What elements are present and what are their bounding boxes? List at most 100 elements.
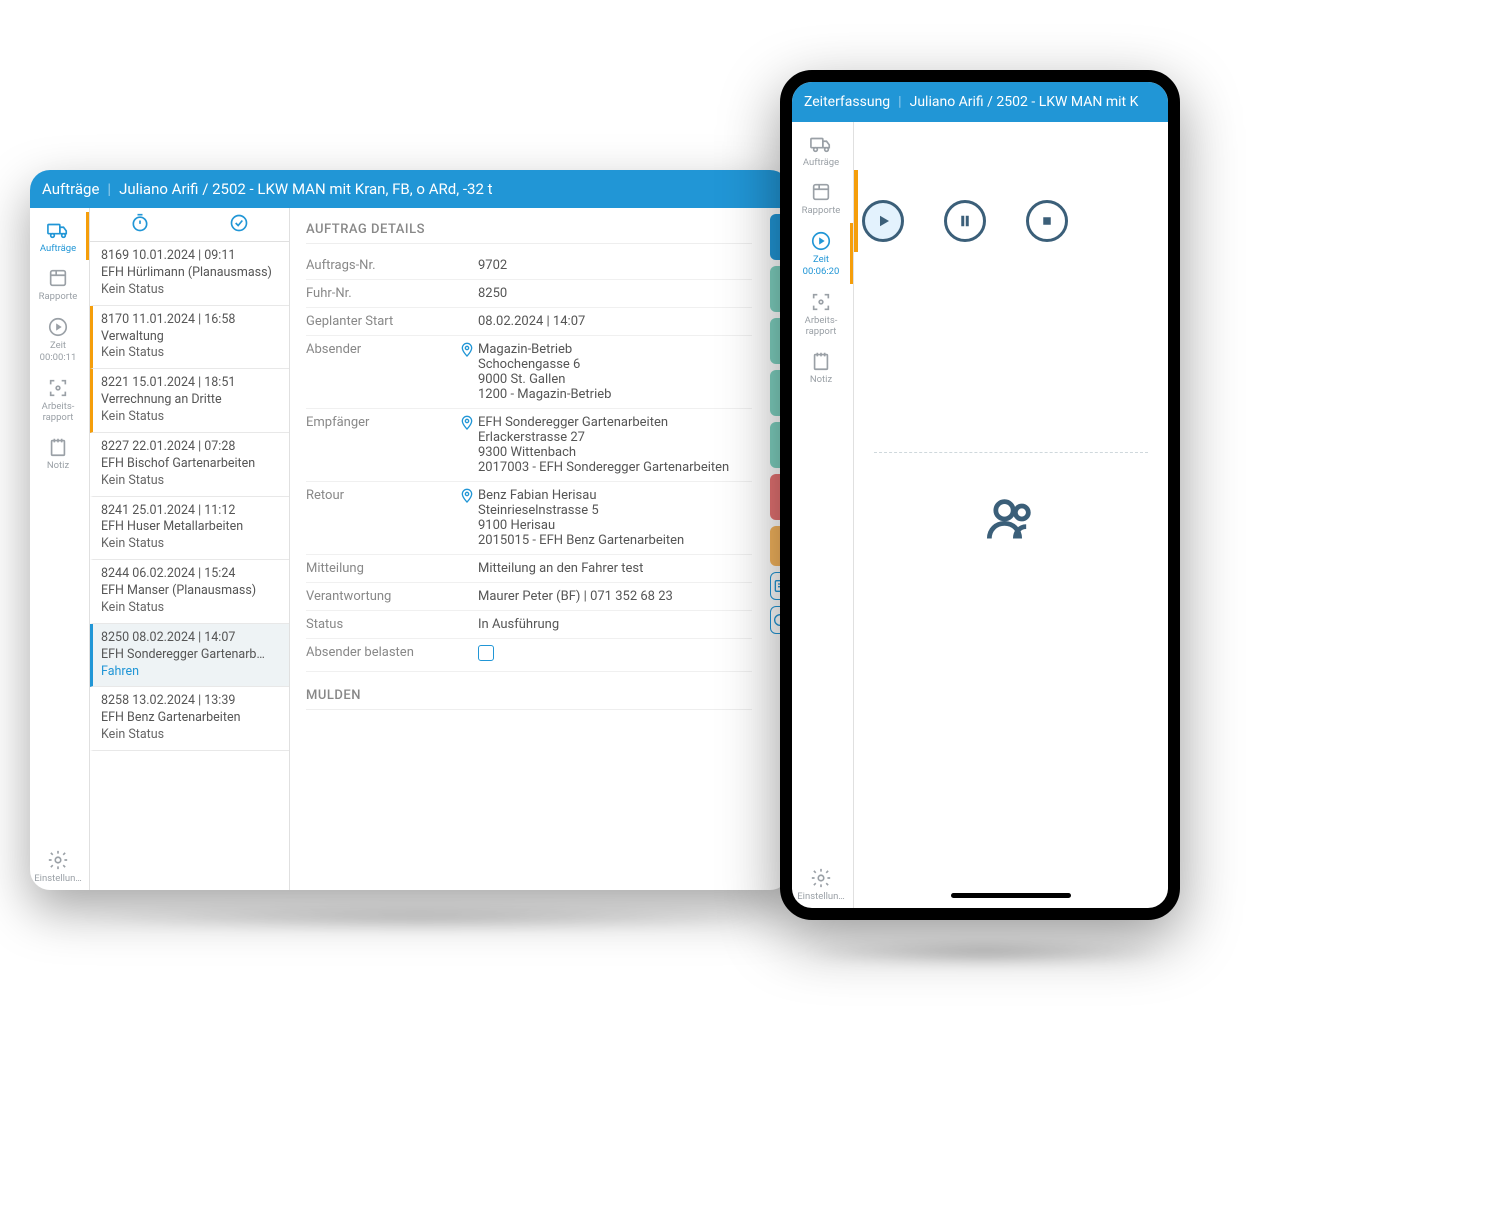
nav-notiz-label: Notiz <box>810 374 832 385</box>
order-list: 8169 10.01.2024 | 09:11 EFH Hürlimann (P… <box>90 208 290 890</box>
order-line1: 8241 25.01.2024 | 11:12 <box>101 503 281 520</box>
nav-zeit[interactable]: Zeit 00:06:20 <box>792 223 853 284</box>
tablet-body: Aufträge Rapporte Zeit 00:00:11 Arbeits-… <box>30 208 790 890</box>
pause-button[interactable] <box>944 200 986 242</box>
tablet-header: Aufträge | Juliano Arifi / 2502 - LKW MA… <box>30 170 790 208</box>
detail-value: Benz Fabian Herisau Steinrieselnstrasse … <box>478 488 752 548</box>
order-line2: Verrechnung an Dritte <box>101 392 281 409</box>
box-icon <box>46 266 70 290</box>
nav-einstellungen[interactable]: Einstellun… <box>792 860 853 908</box>
pin-icon[interactable] <box>456 415 478 431</box>
header-context: Juliano Arifi / 2502 - LKW MAN mit K <box>910 94 1139 110</box>
order-item[interactable]: 8227 22.01.2024 | 07:28 EFH Bischof Gart… <box>90 433 289 497</box>
nav-rapporte-label: Rapporte <box>802 205 841 216</box>
nav-rapporte[interactable]: Rapporte <box>30 260 89 308</box>
detail-row: Verantwortung Maurer Peter (BF) | 071 35… <box>306 583 752 611</box>
addr-line: Magazin-Betrieb <box>478 342 752 357</box>
nav-zeit-value: 00:00:11 <box>40 352 77 363</box>
detail-key: Status <box>306 617 456 632</box>
nav-arbeitsrapport-label: Arbeits-rapport <box>794 315 848 338</box>
nav-rapporte[interactable]: Rapporte <box>792 174 853 222</box>
order-item[interactable]: 8170 11.01.2024 | 16:58 Verwaltung Kein … <box>90 306 289 370</box>
truck-icon <box>46 218 70 242</box>
tablet-device: Aufträge | Juliano Arifi / 2502 - LKW MA… <box>30 170 790 890</box>
order-line1: 8227 22.01.2024 | 07:28 <box>101 439 281 456</box>
people-icon[interactable] <box>854 493 1168 545</box>
nav-arbeitsrapport[interactable]: Arbeits-rapport <box>792 284 853 344</box>
detail-row: Absender belasten <box>306 639 752 672</box>
nav-auftraege[interactable]: Aufträge <box>792 126 853 174</box>
addr-line: Steinrieselnstrasse 5 <box>478 503 752 518</box>
nav-notiz[interactable]: Notiz <box>792 343 853 391</box>
order-line2: Verwaltung <box>101 329 281 346</box>
play-circle-icon <box>46 315 70 339</box>
order-item[interactable]: 8241 25.01.2024 | 11:12 EFH Huser Metall… <box>90 497 289 561</box>
detail-key: Mitteilung <box>306 561 456 576</box>
focus-icon <box>46 376 70 400</box>
gear-icon <box>46 848 70 872</box>
detail-key: Fuhr-Nr. <box>306 286 456 301</box>
header-section: Zeiterfassung <box>804 94 890 110</box>
box-icon <box>809 180 833 204</box>
details-title: AUFTRAG DETAILS <box>306 222 752 244</box>
detail-value: 08.02.2024 | 14:07 <box>478 314 752 329</box>
order-line1: 8250 08.02.2024 | 14:07 <box>101 630 281 647</box>
pin-icon[interactable] <box>456 488 478 504</box>
header-section: Aufträge <box>42 180 99 198</box>
shadow <box>800 940 1170 965</box>
addr-line: 9100 Herisau <box>478 518 752 533</box>
stop-button[interactable] <box>1026 200 1068 242</box>
nav-notiz-label: Notiz <box>47 460 69 471</box>
check-circle-icon[interactable] <box>229 213 249 237</box>
checkbox-absender-belasten[interactable] <box>478 645 494 661</box>
play-button[interactable] <box>862 200 904 242</box>
detail-value: Mitteilung an den Fahrer test <box>478 561 752 576</box>
detail-key: Auftrags-Nr. <box>306 258 456 273</box>
order-status: Fahren <box>101 664 281 681</box>
home-indicator <box>951 893 1071 898</box>
order-line2: EFH Huser Metallarbeiten <box>101 519 281 536</box>
tablet-sidenav: Aufträge Rapporte Zeit 00:00:11 Arbeits-… <box>30 208 90 890</box>
focus-icon <box>809 290 833 314</box>
header-separator: | <box>107 180 111 198</box>
nav-zeit-label: Zeit <box>813 254 829 265</box>
detail-value: In Ausführung <box>478 617 752 632</box>
detail-value: Maurer Peter (BF) | 071 352 68 23 <box>478 589 752 604</box>
detail-key: Absender belasten <box>306 645 456 660</box>
detail-value: EFH Sonderegger Gartenarbeiten Erlackers… <box>478 415 752 475</box>
detail-row: Fuhr-Nr. 8250 <box>306 280 752 308</box>
order-details: AUFTRAG DETAILS Auftrags-Nr. 9702 Fuhr-N… <box>290 208 768 890</box>
order-line1: 8221 15.01.2024 | 18:51 <box>101 375 281 392</box>
order-line2: EFH Manser (Planausmass) <box>101 583 281 600</box>
addr-line: 2017003 - EFH Sonderegger Gartenarbeiten <box>478 460 752 475</box>
nav-einstellungen[interactable]: Einstellun… <box>30 842 89 890</box>
order-item[interactable]: 8258 13.02.2024 | 13:39 EFH Benz Gartena… <box>90 687 289 751</box>
nav-arbeitsrapport[interactable]: Arbeits-rapport <box>30 370 89 430</box>
detail-value: Magazin-Betrieb Schochengasse 6 9000 St.… <box>478 342 752 402</box>
stopwatch-icon[interactable] <box>130 213 150 237</box>
phone-device: Zeiterfassung | Juliano Arifi / 2502 - L… <box>780 70 1180 920</box>
addr-line: 9300 Wittenbach <box>478 445 752 460</box>
nav-zeit[interactable]: Zeit 00:00:11 <box>30 309 89 370</box>
nav-notiz[interactable]: Notiz <box>30 429 89 477</box>
pin-icon[interactable] <box>456 342 478 358</box>
timer-controls <box>854 170 1168 252</box>
detail-row: Geplanter Start 08.02.2024 | 14:07 <box>306 308 752 336</box>
detail-key: Geplanter Start <box>306 314 456 329</box>
order-item-selected[interactable]: 8250 08.02.2024 | 14:07 EFH Sonderegger … <box>90 624 289 688</box>
order-item[interactable]: 8169 10.01.2024 | 09:11 EFH Hürlimann (P… <box>90 242 289 306</box>
order-item[interactable]: 8221 15.01.2024 | 18:51 Verrechnung an D… <box>90 369 289 433</box>
nav-auftraege[interactable]: Aufträge <box>30 212 89 260</box>
addr-line: EFH Sonderegger Gartenarbeiten <box>478 415 752 430</box>
detail-key: Verantwortung <box>306 589 456 604</box>
nav-zeit-label: Zeit <box>50 340 66 351</box>
note-icon <box>809 349 833 373</box>
truck-icon <box>809 132 833 156</box>
detail-row: Mitteilung Mitteilung an den Fahrer test <box>306 555 752 583</box>
nav-rapporte-label: Rapporte <box>39 291 78 302</box>
order-item[interactable]: 8244 06.02.2024 | 15:24 EFH Manser (Plan… <box>90 560 289 624</box>
detail-value <box>478 645 752 665</box>
mulden-title: MULDEN <box>306 688 752 710</box>
order-status: Kein Status <box>101 536 281 553</box>
detail-row-empfaenger: Empfänger EFH Sonderegger Gartenarbeiten… <box>306 409 752 482</box>
